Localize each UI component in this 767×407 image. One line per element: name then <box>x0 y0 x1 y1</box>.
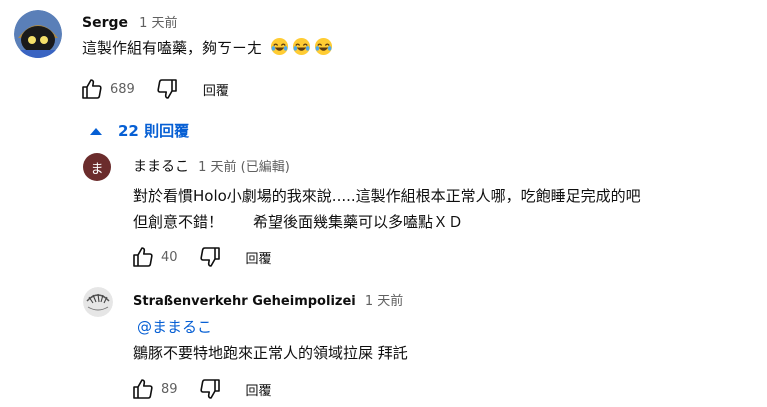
timestamp[interactable]: 1 天前 (已編輯) <box>198 160 290 175</box>
reply-button[interactable]: 回覆 <box>246 380 272 399</box>
like-count: 89 <box>161 381 178 397</box>
reply-button[interactable]: 回覆 <box>203 80 229 99</box>
author-name[interactable]: Straßenverkehr Geheimpolizei <box>133 294 356 309</box>
reply-avatar[interactable]: ま <box>83 153 111 181</box>
reply-line: 鶵豚不要特地跑來正常人的領域拉屎 拜託 <box>133 344 408 362</box>
replies-count-label: 22 則回覆 <box>118 122 190 140</box>
thumbs-up-icon <box>133 379 153 399</box>
avatar-sketch-icon <box>83 287 113 317</box>
reply-text: 對於看慣Holo小劇場的我來說.....這製作組根本正常人哪，吃飽睡足完成的吧 … <box>133 183 641 235</box>
thumbs-up-icon <box>82 79 102 99</box>
comment-body: 這製作組有嗑藥，夠ㄎㄧㄤ <box>82 39 263 57</box>
laughing-emoji-icon <box>292 37 311 56</box>
author-name[interactable]: ままるこ <box>133 159 189 175</box>
dislike-button[interactable] <box>153 75 181 103</box>
caret-up-icon <box>90 127 102 135</box>
replies-toggle-button[interactable]: 22 則回覆 <box>86 120 189 141</box>
mention-link[interactable]: @ままるこ <box>137 318 212 336</box>
avatar-letter: ま <box>90 161 104 177</box>
dislike-button[interactable] <box>196 375 224 403</box>
avatar[interactable] <box>14 10 62 58</box>
comment-actions: 689 回覆 <box>78 75 229 103</box>
reply-line: 對於看慣Holo小劇場的我來說.....這製作組根本正常人哪，吃飽睡足完成的吧 <box>133 187 641 205</box>
comment-text: 這製作組有嗑藥，夠ㄎㄧㄤ <box>82 35 333 61</box>
timestamp[interactable]: 1 天前 <box>139 16 177 31</box>
thumbs-down-icon <box>199 247 220 267</box>
dislike-button[interactable] <box>196 243 224 271</box>
thumbs-up-icon <box>133 247 153 267</box>
reply-text: @ままるこ 鶵豚不要特地跑來正常人的領域拉屎 拜託 <box>133 314 408 366</box>
reply-header: Straßenverkehr Geheimpolizei 1 天前 <box>133 290 403 309</box>
reply-button[interactable]: 回覆 <box>246 248 272 267</box>
avatar-black-mage-icon <box>14 10 62 58</box>
reply-actions: 40 回覆 <box>129 243 272 271</box>
reply-header: ままるこ 1 天前 (已編輯) <box>133 156 290 176</box>
like-button[interactable] <box>129 243 157 271</box>
laughing-emoji-icon <box>270 37 289 56</box>
like-button[interactable] <box>78 75 106 103</box>
like-button[interactable] <box>129 375 157 403</box>
author-name[interactable]: Serge <box>82 15 128 31</box>
comment-header: Serge 1 天前 <box>82 12 178 31</box>
like-count: 689 <box>110 81 135 97</box>
thumbs-down-icon <box>199 379 220 399</box>
like-count: 40 <box>161 249 178 265</box>
reply-actions: 89 回覆 <box>129 375 272 403</box>
thumbs-down-icon <box>157 79 177 99</box>
laughing-emoji-icon <box>314 37 333 56</box>
reply-avatar[interactable] <box>83 287 113 317</box>
reply-line: 但創意不錯！ 希望後面幾集藥可以多嗑點ＸＤ <box>133 213 464 231</box>
timestamp[interactable]: 1 天前 <box>365 294 403 309</box>
